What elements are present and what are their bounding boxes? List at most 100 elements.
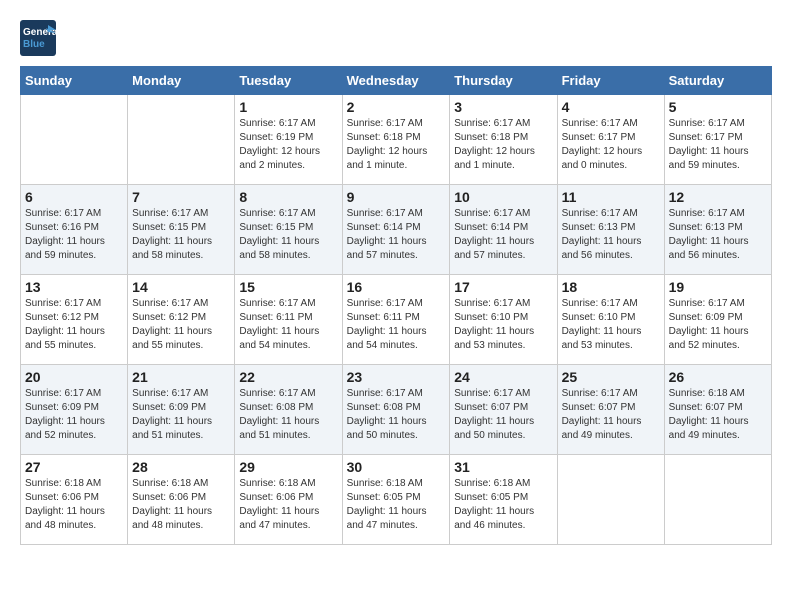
calendar-cell: 5 Sunrise: 6:17 AMSunset: 6:17 PMDaylight…: [664, 95, 771, 185]
calendar-cell: 12 Sunrise: 6:17 AMSunset: 6:13 PMDayligh…: [664, 185, 771, 275]
calendar-cell: 11 Sunrise: 6:17 AMSunset: 6:13 PMDayligh…: [557, 185, 664, 275]
calendar-week-row: 13 Sunrise: 6:17 AMSunset: 6:12 PMDayligh…: [21, 275, 772, 365]
day-number: 30: [347, 459, 446, 475]
calendar-cell: 10 Sunrise: 6:17 AMSunset: 6:14 PMDayligh…: [450, 185, 557, 275]
day-info: Sunrise: 6:17 AMSunset: 6:08 PMDaylight:…: [347, 387, 446, 443]
calendar-cell: 28Sunrise: 6:18 AMSunset: 6:06 PMDayligh…: [128, 455, 235, 545]
calendar-cell: [557, 455, 664, 545]
calendar-cell: 22Sunrise: 6:17 AMSunset: 6:08 PMDayligh…: [235, 365, 342, 455]
calendar-cell: 15 Sunrise: 6:17 AMSunset: 6:11 PMDayligh…: [235, 275, 342, 365]
day-number: 23: [347, 369, 446, 385]
day-info: Sunrise: 6:17 AMSunset: 6:11 PMDaylight:…: [347, 297, 446, 353]
day-info: Sunrise: 6:17 AMSunset: 6:09 PMDaylight:…: [132, 387, 230, 443]
day-number: 13: [25, 279, 123, 295]
calendar-cell: 16 Sunrise: 6:17 AMSunset: 6:11 PMDayligh…: [342, 275, 450, 365]
day-of-week-header: Thursday: [450, 67, 557, 95]
calendar-cell: 6 Sunrise: 6:17 AMSunset: 6:16 PMDaylight…: [21, 185, 128, 275]
day-number: 25: [562, 369, 660, 385]
calendar-cell: [664, 455, 771, 545]
day-number: 16: [347, 279, 446, 295]
day-number: 4: [562, 99, 660, 115]
calendar-cell: 30 Sunrise: 6:18 AMSunset: 6:05 PMDayligh…: [342, 455, 450, 545]
day-number: 9: [347, 189, 446, 205]
calendar-week-row: 6 Sunrise: 6:17 AMSunset: 6:16 PMDaylight…: [21, 185, 772, 275]
calendar-cell: 20 Sunrise: 6:17 AMSunset: 6:09 PMDayligh…: [21, 365, 128, 455]
page-header: General Blue: [20, 20, 772, 56]
calendar-cell: [21, 95, 128, 185]
day-number: 18: [562, 279, 660, 295]
day-number: 11: [562, 189, 660, 205]
day-info: Sunrise: 6:17 AMSunset: 6:14 PMDaylight:…: [347, 207, 446, 263]
calendar-cell: 2 Sunrise: 6:17 AMSunset: 6:18 PMDaylight…: [342, 95, 450, 185]
calendar-cell: 9 Sunrise: 6:17 AMSunset: 6:14 PMDaylight…: [342, 185, 450, 275]
svg-text:Blue: Blue: [23, 39, 45, 50]
day-info: Sunrise: 6:17 AMSunset: 6:10 PMDaylight:…: [454, 297, 552, 353]
day-info: Sunrise: 6:17 AMSunset: 6:12 PMDaylight:…: [25, 297, 123, 353]
day-number: 2: [347, 99, 446, 115]
calendar-cell: 27Sunrise: 6:18 AMSunset: 6:06 PMDayligh…: [21, 455, 128, 545]
day-number: 14: [132, 279, 230, 295]
calendar-cell: 18 Sunrise: 6:17 AMSunset: 6:10 PMDayligh…: [557, 275, 664, 365]
calendar-header-row: SundayMondayTuesdayWednesdayThursdayFrid…: [21, 67, 772, 95]
day-info: Sunrise: 6:18 AMSunset: 6:06 PMDaylight:…: [239, 477, 337, 533]
logo-icon: General Blue: [20, 20, 56, 56]
day-number: 5: [669, 99, 767, 115]
day-number: 28: [132, 459, 230, 475]
day-info: Sunrise: 6:17 AMSunset: 6:10 PMDaylight:…: [562, 297, 660, 353]
calendar-cell: 7Sunrise: 6:17 AMSunset: 6:15 PMDaylight…: [128, 185, 235, 275]
day-info: Sunrise: 6:17 AMSunset: 6:07 PMDaylight:…: [454, 387, 552, 443]
day-of-week-header: Tuesday: [235, 67, 342, 95]
calendar-week-row: 1 Sunrise: 6:17 AMSunset: 6:19 PMDaylight…: [21, 95, 772, 185]
day-info: Sunrise: 6:18 AMSunset: 6:07 PMDaylight:…: [669, 387, 767, 443]
calendar-cell: 13 Sunrise: 6:17 AMSunset: 6:12 PMDayligh…: [21, 275, 128, 365]
calendar-cell: 23 Sunrise: 6:17 AMSunset: 6:08 PMDayligh…: [342, 365, 450, 455]
calendar-cell: 17 Sunrise: 6:17 AMSunset: 6:10 PMDayligh…: [450, 275, 557, 365]
day-info: Sunrise: 6:17 AMSunset: 6:13 PMDaylight:…: [562, 207, 660, 263]
calendar-week-row: 20 Sunrise: 6:17 AMSunset: 6:09 PMDayligh…: [21, 365, 772, 455]
calendar-cell: [128, 95, 235, 185]
logo: General Blue: [20, 20, 56, 56]
day-number: 20: [25, 369, 123, 385]
day-number: 17: [454, 279, 552, 295]
day-info: Sunrise: 6:17 AMSunset: 6:19 PMDaylight:…: [239, 117, 337, 173]
calendar-cell: 1 Sunrise: 6:17 AMSunset: 6:19 PMDaylight…: [235, 95, 342, 185]
calendar-cell: 8 Sunrise: 6:17 AMSunset: 6:15 PMDaylight…: [235, 185, 342, 275]
day-info: Sunrise: 6:17 AMSunset: 6:14 PMDaylight:…: [454, 207, 552, 263]
day-number: 6: [25, 189, 123, 205]
day-number: 29: [239, 459, 337, 475]
day-info: Sunrise: 6:18 AMSunset: 6:06 PMDaylight:…: [25, 477, 123, 533]
day-number: 12: [669, 189, 767, 205]
day-number: 1: [239, 99, 337, 115]
calendar-cell: 31Sunrise: 6:18 AMSunset: 6:05 PMDayligh…: [450, 455, 557, 545]
day-info: Sunrise: 6:18 AMSunset: 6:05 PMDaylight:…: [347, 477, 446, 533]
day-of-week-header: Friday: [557, 67, 664, 95]
day-number: 22: [239, 369, 337, 385]
day-of-week-header: Saturday: [664, 67, 771, 95]
day-number: 10: [454, 189, 552, 205]
day-info: Sunrise: 6:17 AMSunset: 6:17 PMDaylight:…: [562, 117, 660, 173]
day-info: Sunrise: 6:17 AMSunset: 6:07 PMDaylight:…: [562, 387, 660, 443]
day-number: 3: [454, 99, 552, 115]
day-info: Sunrise: 6:17 AMSunset: 6:13 PMDaylight:…: [669, 207, 767, 263]
day-info: Sunrise: 6:17 AMSunset: 6:11 PMDaylight:…: [239, 297, 337, 353]
day-info: Sunrise: 6:18 AMSunset: 6:05 PMDaylight:…: [454, 477, 552, 533]
day-info: Sunrise: 6:17 AMSunset: 6:16 PMDaylight:…: [25, 207, 123, 263]
calendar-cell: 19 Sunrise: 6:17 AMSunset: 6:09 PMDayligh…: [664, 275, 771, 365]
calendar-cell: 24 Sunrise: 6:17 AMSunset: 6:07 PMDayligh…: [450, 365, 557, 455]
day-of-week-header: Wednesday: [342, 67, 450, 95]
day-info: Sunrise: 6:17 AMSunset: 6:17 PMDaylight:…: [669, 117, 767, 173]
day-number: 24: [454, 369, 552, 385]
calendar-cell: 26 Sunrise: 6:18 AMSunset: 6:07 PMDayligh…: [664, 365, 771, 455]
day-number: 8: [239, 189, 337, 205]
calendar-week-row: 27Sunrise: 6:18 AMSunset: 6:06 PMDayligh…: [21, 455, 772, 545]
day-info: Sunrise: 6:17 AMSunset: 6:09 PMDaylight:…: [25, 387, 123, 443]
day-of-week-header: Sunday: [21, 67, 128, 95]
day-info: Sunrise: 6:17 AMSunset: 6:15 PMDaylight:…: [239, 207, 337, 263]
day-number: 26: [669, 369, 767, 385]
day-info: Sunrise: 6:17 AMSunset: 6:09 PMDaylight:…: [669, 297, 767, 353]
day-number: 15: [239, 279, 337, 295]
day-number: 19: [669, 279, 767, 295]
calendar-cell: 3Sunrise: 6:17 AMSunset: 6:18 PMDaylight…: [450, 95, 557, 185]
calendar-table: SundayMondayTuesdayWednesdayThursdayFrid…: [20, 66, 772, 545]
day-info: Sunrise: 6:17 AMSunset: 6:18 PMDaylight:…: [347, 117, 446, 173]
